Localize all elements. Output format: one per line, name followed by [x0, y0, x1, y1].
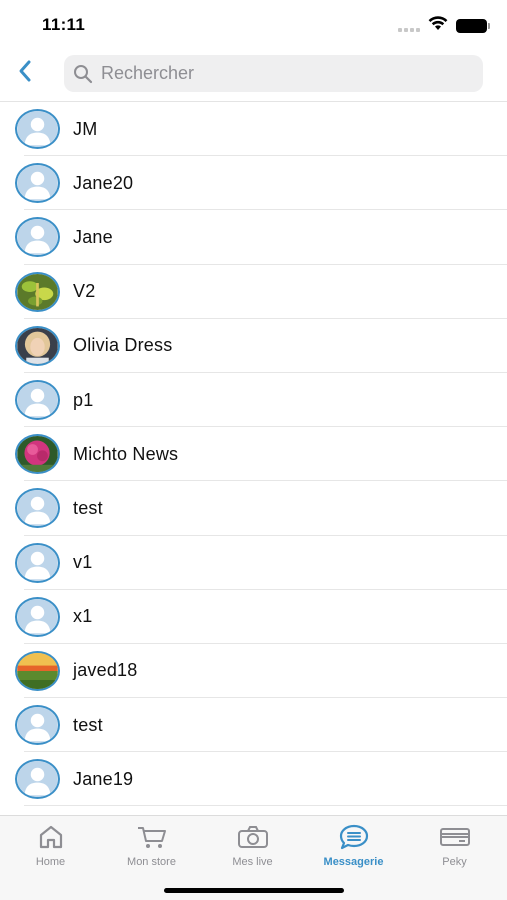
contact-row[interactable]: x1	[0, 590, 507, 645]
tab-mon-store[interactable]: Mon store	[101, 822, 202, 872]
tab-home[interactable]: Home	[0, 822, 101, 872]
contact-name: v1	[73, 552, 93, 573]
contact-row[interactable]: Michto News	[0, 427, 507, 482]
contact-name: JM	[73, 118, 98, 139]
contact-name: p1	[73, 389, 94, 410]
contact-row[interactable]: test	[0, 481, 507, 536]
tab-label: Messagerie	[323, 856, 384, 868]
contact-list[interactable]: JM Jane20 Jane V2 Olivia Dress p1 Michto News t…	[0, 101, 507, 815]
contact-name: x1	[73, 606, 93, 627]
search-input[interactable]	[101, 63, 471, 84]
search-box[interactable]	[64, 55, 483, 92]
contact-row[interactable]: test	[0, 698, 507, 753]
contact-name: test	[73, 497, 103, 518]
tab-label: Mon store	[127, 856, 176, 868]
default-avatar-icon	[15, 109, 60, 149]
avatar	[15, 325, 60, 366]
default-avatar-icon	[15, 759, 60, 800]
tab-label: Home	[35, 856, 66, 868]
tab-label: Mes live	[232, 856, 273, 868]
tab-mes-live[interactable]: Mes live	[202, 822, 303, 872]
default-avatar-icon	[15, 705, 60, 746]
back-button[interactable]	[8, 56, 42, 90]
tab-bar: Home Mon store Mes live Messagerie Peky	[0, 815, 507, 900]
chevron-left-icon	[18, 59, 32, 88]
header	[0, 50, 507, 100]
home-indicator	[164, 888, 344, 893]
default-avatar-icon	[15, 163, 60, 204]
cart-icon	[135, 822, 169, 852]
contact-name: V2	[73, 281, 96, 302]
card-icon	[438, 822, 472, 852]
default-avatar-icon	[15, 217, 60, 258]
avatar	[15, 434, 60, 475]
chat-icon	[337, 822, 371, 852]
tab-label: Peky	[442, 856, 467, 868]
contact-name: Jane19	[73, 768, 134, 789]
camera-icon	[236, 822, 270, 852]
tab-messagerie[interactable]: Messagerie	[303, 822, 404, 872]
signal-icon	[398, 20, 420, 32]
contact-name: javed18	[73, 660, 138, 681]
contact-row[interactable]: V2	[0, 265, 507, 319]
contact-name: Olivia Dress	[73, 335, 173, 356]
contact-row[interactable]: Olivia Dress	[0, 319, 507, 374]
default-avatar-icon	[15, 488, 60, 529]
battery-icon	[456, 19, 490, 33]
contact-name: Michto News	[73, 443, 179, 464]
default-avatar-icon	[15, 596, 60, 637]
contact-row[interactable]: Jane	[0, 210, 507, 265]
contact-name: Jane	[73, 226, 113, 247]
tab-peky[interactable]: Peky	[404, 822, 505, 872]
avatar	[15, 650, 60, 691]
contact-name: Jane20	[73, 172, 134, 193]
home-icon	[34, 822, 68, 852]
contact-row[interactable]: javed18	[0, 644, 507, 699]
status-bar: 11:11	[0, 0, 507, 50]
status-icons	[398, 16, 490, 36]
status-time: 11:11	[42, 15, 86, 34]
contact-row[interactable]: Jane20	[0, 156, 507, 211]
search-icon	[73, 63, 95, 85]
contact-name: test	[73, 714, 103, 735]
default-avatar-icon	[15, 542, 60, 583]
default-avatar-icon	[15, 379, 60, 420]
contact-row[interactable]: Jane19	[0, 752, 507, 807]
avatar	[15, 271, 60, 312]
wifi-icon	[428, 16, 448, 36]
contact-row[interactable]: JM	[0, 102, 507, 157]
contact-row[interactable]: p1	[0, 373, 507, 428]
contact-row[interactable]: v1	[0, 536, 507, 590]
